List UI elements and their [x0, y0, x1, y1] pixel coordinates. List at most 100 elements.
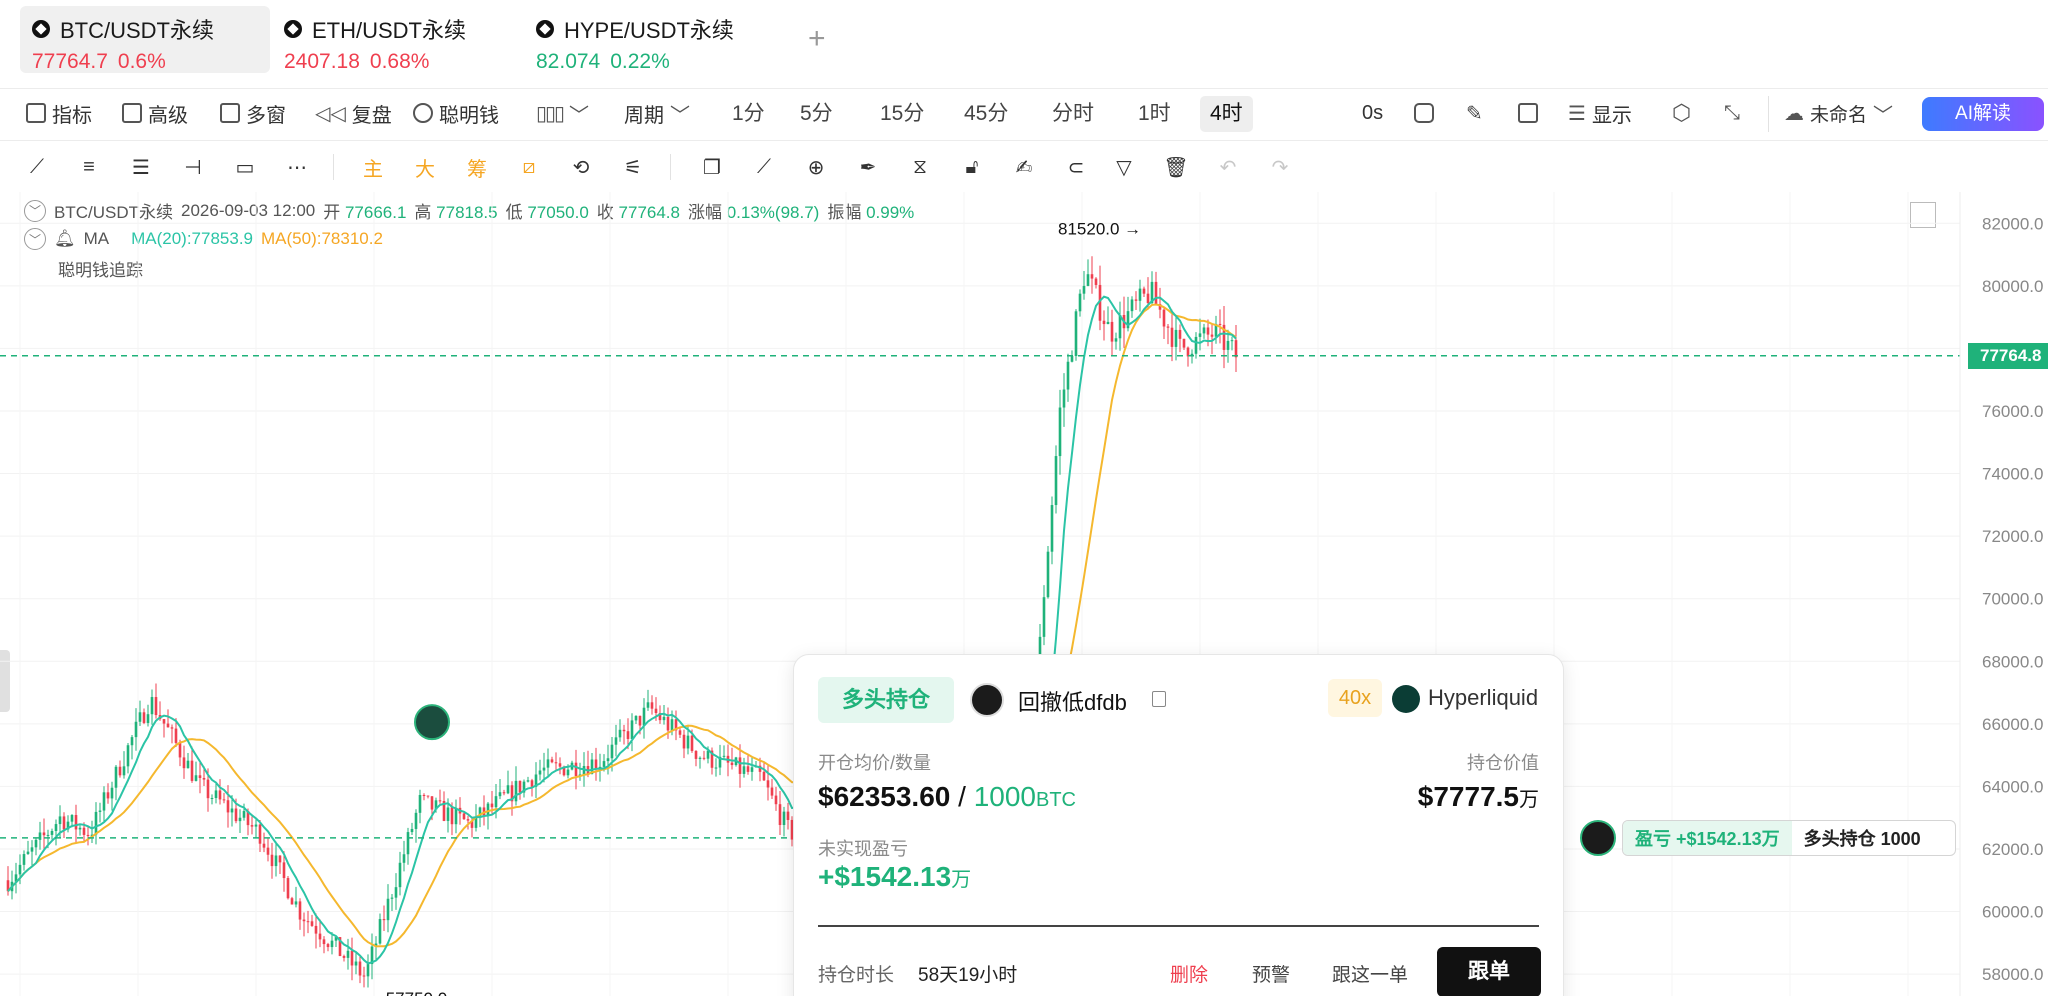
period-1[interactable]: 5分 — [800, 96, 833, 132]
candle-body — [654, 708, 658, 713]
add-layout-icon[interactable] — [1518, 92, 1538, 134]
candle-body — [234, 808, 238, 822]
candle-body — [22, 854, 26, 865]
candle-body — [542, 767, 546, 771]
period-2[interactable]: 15分 — [880, 96, 924, 132]
candle-body — [418, 794, 422, 813]
symbol-tab-hype[interactable]: HYPE/USDT永续 82.074 0.22% — [524, 6, 774, 73]
candle-body — [1082, 285, 1086, 294]
symbol-tab-price: 2407.18 — [284, 50, 360, 73]
symbol-tab-btc[interactable]: BTC/USDT永续 77764.7 0.6% — [20, 6, 270, 73]
follow-once-button[interactable]: 跟这一单 — [1332, 960, 1408, 987]
period-dropdown[interactable]: 周期 ﹀ — [624, 92, 690, 134]
filter-icon[interactable]: ▽ — [1109, 152, 1139, 182]
candle-body — [266, 847, 270, 855]
candle-body — [690, 735, 694, 751]
candle-body — [1134, 299, 1138, 301]
ruler-icon[interactable]: ⟋ — [749, 152, 779, 182]
chips-tool[interactable]: 筹 — [462, 152, 492, 182]
duration-value: 58天19小时 — [918, 965, 1018, 986]
trend-line-icon[interactable]: ⟋ — [22, 152, 52, 182]
redo-icon[interactable]: ↷ — [1265, 152, 1295, 182]
period-0[interactable]: 1分 — [732, 96, 765, 132]
candle-body — [762, 771, 766, 781]
delete-button[interactable]: 删除 — [1170, 960, 1208, 987]
tools-divider — [670, 154, 671, 180]
candle-body — [198, 775, 202, 779]
horizontal-lines-icon[interactable]: ≡ — [74, 152, 104, 182]
candle-body — [70, 814, 74, 822]
undo-icon[interactable]: ↶ — [1213, 152, 1243, 182]
ratio-icon[interactable]: ⧄ — [514, 152, 544, 182]
candle-body — [1154, 281, 1158, 304]
candle-body — [138, 712, 142, 722]
display-button[interactable]: ☰ 显示 — [1568, 92, 1632, 134]
smart-money-button[interactable]: 聪明钱 — [413, 92, 499, 134]
candle-body — [642, 707, 646, 726]
candle-body — [390, 897, 394, 899]
rectangle-icon[interactable]: ▭ — [230, 152, 260, 182]
sync-icon[interactable]: ⟲ — [566, 152, 596, 182]
cloud-icon: ☁ — [1784, 102, 1804, 125]
zoom-in-icon[interactable]: ⊕ — [801, 152, 831, 182]
edit-note-icon[interactable]: ✍ — [1009, 152, 1039, 182]
chevron-down-icon: ﹀ — [1873, 104, 1894, 127]
period-5[interactable]: 1时 — [1138, 96, 1171, 132]
copy-icon[interactable]: ❐ — [697, 152, 727, 182]
layout-dropdown[interactable]: ☁ 未命名 ﹀ — [1784, 92, 1893, 134]
ai-interpret-button[interactable]: AI解读 — [1922, 97, 2044, 131]
candle-body — [310, 921, 314, 926]
hide-drawings-icon[interactable]: ⧖ — [905, 152, 935, 182]
y-tick-label: 74000.0 — [1982, 465, 2043, 484]
chart-type-dropdown[interactable]: ▯▯▯ ﹀ — [536, 92, 589, 134]
candle-body — [50, 830, 54, 835]
parallel-channel-icon[interactable]: ☰ — [126, 152, 156, 182]
trader-avatar[interactable] — [970, 683, 1004, 717]
advanced-button[interactable]: 高级 — [122, 92, 188, 134]
horizontal-ray-icon[interactable]: ⊣ — [178, 152, 208, 182]
more-tools-icon[interactable]: ⋯ — [282, 152, 312, 182]
candle-body — [182, 757, 186, 769]
candle-body — [662, 716, 666, 721]
pencil-icon[interactable]: ✎ — [1466, 92, 1483, 134]
candle-body — [498, 792, 502, 797]
trader-avatar-marker[interactable] — [414, 704, 450, 741]
y-tick-label: 80000.0 — [1982, 277, 2043, 296]
big-order-tool[interactable]: 大 — [410, 152, 440, 182]
trader-name[interactable]: 回撤低dfdb — [1018, 685, 1127, 717]
candle-body — [610, 744, 614, 759]
copy-icon[interactable] — [1152, 691, 1166, 707]
symbol-tab-eth[interactable]: ETH/USDT永续 2407.18 0.68% — [272, 6, 522, 73]
candle-body — [550, 759, 554, 763]
period-6[interactable]: 4时 — [1200, 96, 1253, 132]
trader-avatar-icon[interactable] — [1580, 820, 1616, 856]
collapse-icon[interactable]: ⤡ — [1724, 92, 1740, 134]
candle-body — [166, 723, 170, 728]
candle-body — [378, 919, 382, 944]
unlock-icon[interactable]: 🔓︎ — [957, 152, 987, 182]
indicators-button[interactable]: 指标 — [26, 92, 92, 134]
period-4[interactable]: 分时 — [1052, 96, 1094, 132]
trash-icon[interactable]: 🗑︎ — [1161, 152, 1191, 182]
settings-icon[interactable]: ⬡ — [1672, 92, 1691, 134]
position-badge[interactable]: 盈亏 +$1542.13万 多头持仓 1000 — [1622, 820, 1956, 856]
marker-icon[interactable]: ✒ — [853, 152, 883, 182]
candle-body — [1086, 274, 1090, 286]
add-tab-icon[interactable]: + — [808, 22, 826, 56]
alert-button[interactable]: 预警 — [1252, 960, 1290, 987]
briefcase-icon — [122, 103, 142, 123]
brush-icon[interactable]: ⚟ — [618, 152, 648, 182]
candle-body — [386, 898, 390, 921]
candle-body — [206, 779, 210, 799]
candle-body — [426, 795, 430, 797]
candle-body — [130, 737, 134, 746]
multi-window-button[interactable]: 多窗 — [220, 92, 286, 134]
follow-button[interactable]: 跟单 — [1437, 947, 1541, 996]
badge-position: 多头持仓 1000 — [1803, 829, 1921, 849]
replay-button[interactable]: ◁◁ 复盘 — [315, 92, 392, 134]
camera-icon[interactable] — [1414, 92, 1434, 134]
main-chart-tool[interactable]: 主 — [358, 152, 388, 182]
candle-body — [282, 862, 286, 879]
period-3[interactable]: 45分 — [964, 96, 1008, 132]
magnet-icon[interactable]: ⊂ — [1061, 152, 1091, 182]
